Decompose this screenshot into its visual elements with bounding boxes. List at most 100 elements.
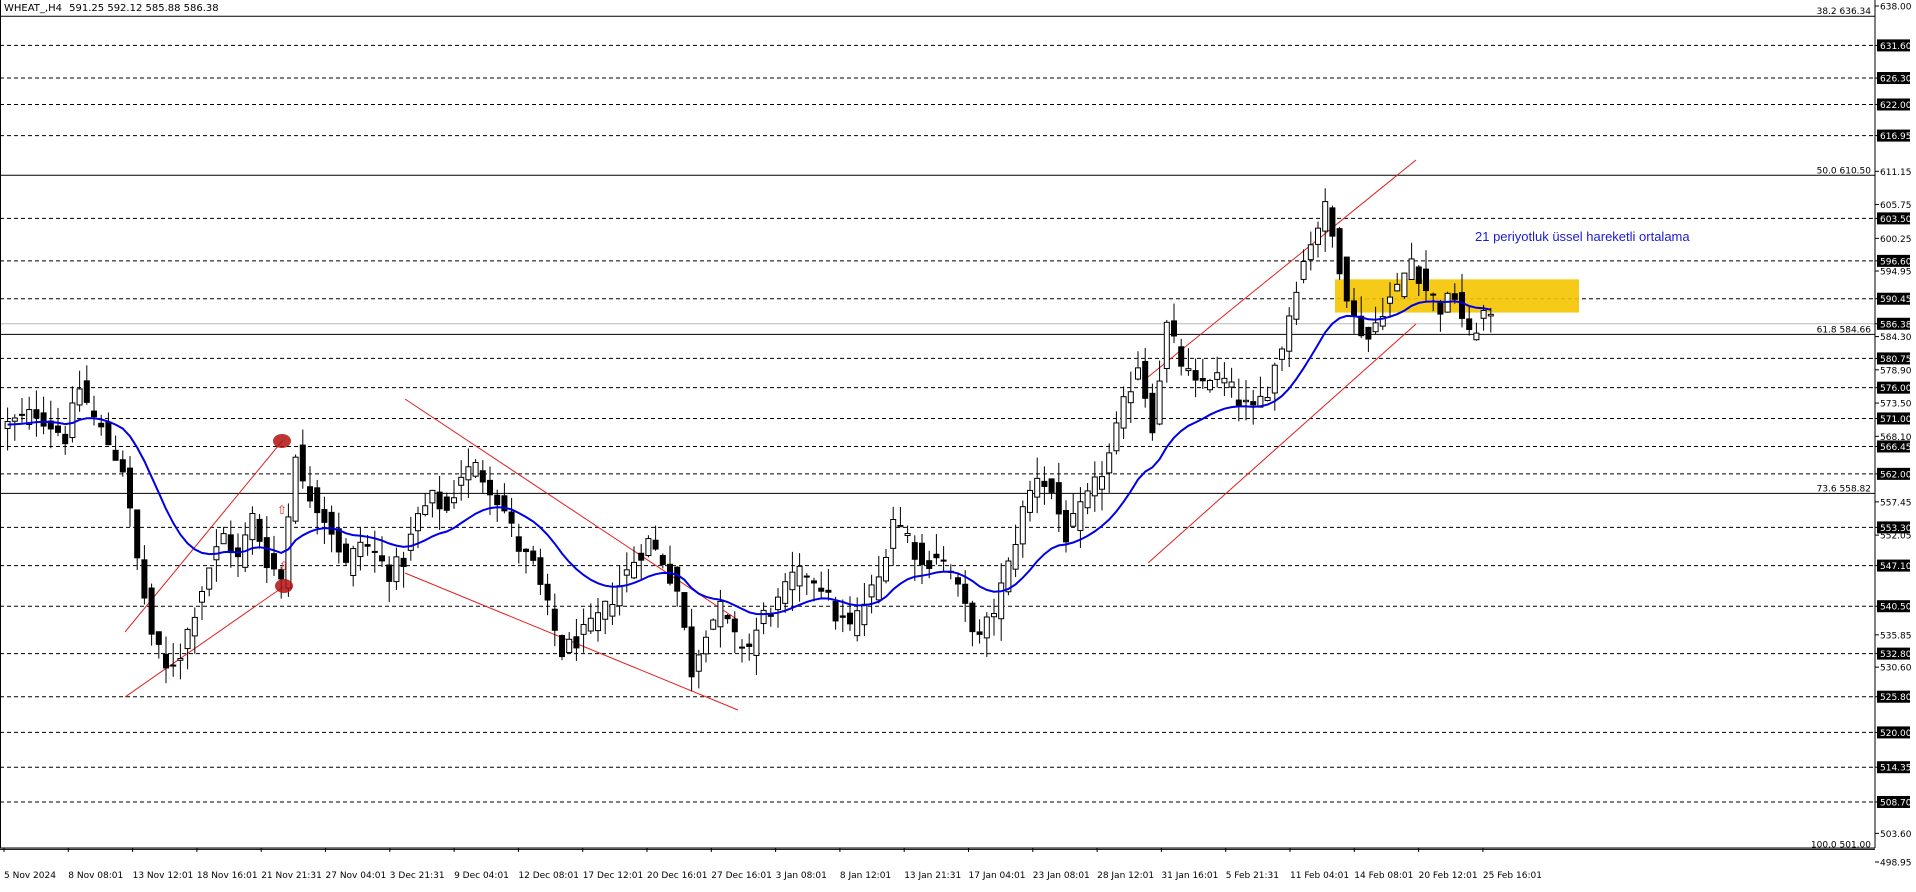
candle-body (1286, 315, 1293, 352)
candle-body (184, 628, 191, 650)
candle-body (530, 550, 537, 561)
candle-body (1055, 482, 1062, 515)
candle-body (940, 559, 947, 562)
price-label: 622.00 (1880, 101, 1912, 111)
candle-body (69, 402, 76, 439)
candle-body (1430, 293, 1437, 296)
candle-body (1315, 227, 1321, 245)
candle-body (1250, 401, 1257, 406)
candle-body (371, 550, 378, 553)
candle-body (645, 538, 652, 556)
candle-body (717, 600, 724, 628)
candle-body (616, 585, 623, 607)
pivot-marker (275, 579, 293, 593)
price-label: 616.95 (1880, 132, 1912, 142)
candle-body (659, 555, 666, 565)
candle-body (1343, 256, 1350, 302)
candle-body (364, 544, 371, 547)
candle-body (1063, 510, 1069, 543)
candle-body (263, 537, 270, 569)
candle-body (1271, 364, 1278, 394)
time-label: 13 Nov 12:01 (133, 871, 194, 881)
ema-21-line (7, 300, 1491, 616)
candle-body (904, 532, 911, 537)
candle-body (508, 511, 515, 524)
candle-body (407, 533, 414, 551)
candle-body (443, 496, 450, 511)
price-label: 586.38 (1880, 320, 1912, 330)
candle-body (1408, 258, 1415, 280)
price-label: 580.75 (1880, 355, 1912, 365)
candle-body (1163, 321, 1170, 369)
candle-body (674, 566, 681, 592)
candle-body (1048, 478, 1055, 493)
candle-body (227, 534, 234, 554)
candle-body (919, 542, 925, 566)
candle-body (415, 513, 421, 532)
candle-body (1243, 399, 1249, 403)
candle-body (1019, 506, 1026, 545)
candle-body (811, 580, 817, 584)
price-label: 562.00 (1880, 470, 1912, 480)
price-chart[interactable]: 38.2 636.34 50.0 610.50 61.8 584.66 73.6 55… (0, 0, 1916, 888)
candle-body (1307, 244, 1314, 261)
candle-body (487, 479, 493, 496)
candle-body (861, 603, 868, 626)
candle-body (631, 561, 637, 579)
price-label: 535.85 (1880, 631, 1912, 641)
candle-body (1185, 368, 1192, 372)
price-label: 552.05 (1880, 532, 1912, 542)
price-label: 596.60 (1880, 257, 1912, 267)
candle-body (595, 612, 601, 632)
grid-layer (0, 44, 1875, 803)
candle-body (494, 494, 501, 506)
candle-body (479, 470, 486, 483)
price-label: 578.90 (1880, 366, 1912, 376)
up-arrow-icon: ⇧ (277, 503, 287, 517)
candle-body (1120, 396, 1127, 429)
price-label: 540.50 (1880, 603, 1912, 613)
price-label: 503.60 (1880, 830, 1912, 840)
candle-body (803, 575, 810, 578)
price-label: 590.45 (1880, 295, 1912, 305)
trend-channel-line (1147, 159, 1417, 378)
candle-body (1070, 512, 1077, 527)
candle-body (1113, 422, 1120, 452)
candle-body (573, 636, 580, 649)
candle-body (976, 631, 983, 635)
price-label: 520.00 (1880, 729, 1912, 739)
candle-body (1106, 452, 1113, 474)
candle-body (1142, 360, 1149, 399)
candle-body (1358, 315, 1365, 337)
candle-body (1214, 372, 1221, 380)
chart-area[interactable]: 38.2 636.34 50.0 610.50 61.8 584.66 73.6 55… (0, 0, 1916, 888)
candle-body (839, 615, 846, 618)
candle-body (1084, 490, 1091, 509)
time-label: 8 Nov 08:01 (68, 871, 123, 881)
candle-body (436, 491, 443, 510)
candle-body (314, 487, 321, 514)
candle-body (1012, 543, 1019, 570)
time-label: 28 Jan 12:01 (1097, 871, 1154, 881)
candle-body (847, 612, 853, 625)
candle-body (40, 412, 47, 427)
candle-body (724, 614, 731, 620)
candle-body (191, 616, 198, 637)
candle-body (285, 516, 292, 589)
price-label: 600.25 (1880, 235, 1912, 245)
candle-body (11, 417, 18, 422)
candle-body (1293, 291, 1300, 320)
price-label: 638.00 (1880, 3, 1912, 13)
fibonacci-label: 73.6 558.82 (1817, 484, 1871, 494)
candle-body (875, 576, 882, 601)
candle-body (998, 582, 1005, 620)
price-label: 508.70 (1880, 798, 1912, 808)
candle-body (739, 646, 745, 649)
price-label: 571.00 (1880, 415, 1912, 425)
candle-body (1329, 207, 1336, 237)
time-label: 13 Jan 21:31 (904, 871, 961, 881)
candle-body (62, 433, 69, 445)
candle-body (883, 556, 889, 582)
candle-body (767, 614, 774, 617)
symbol-name: WHEAT_,H4 (4, 3, 62, 14)
